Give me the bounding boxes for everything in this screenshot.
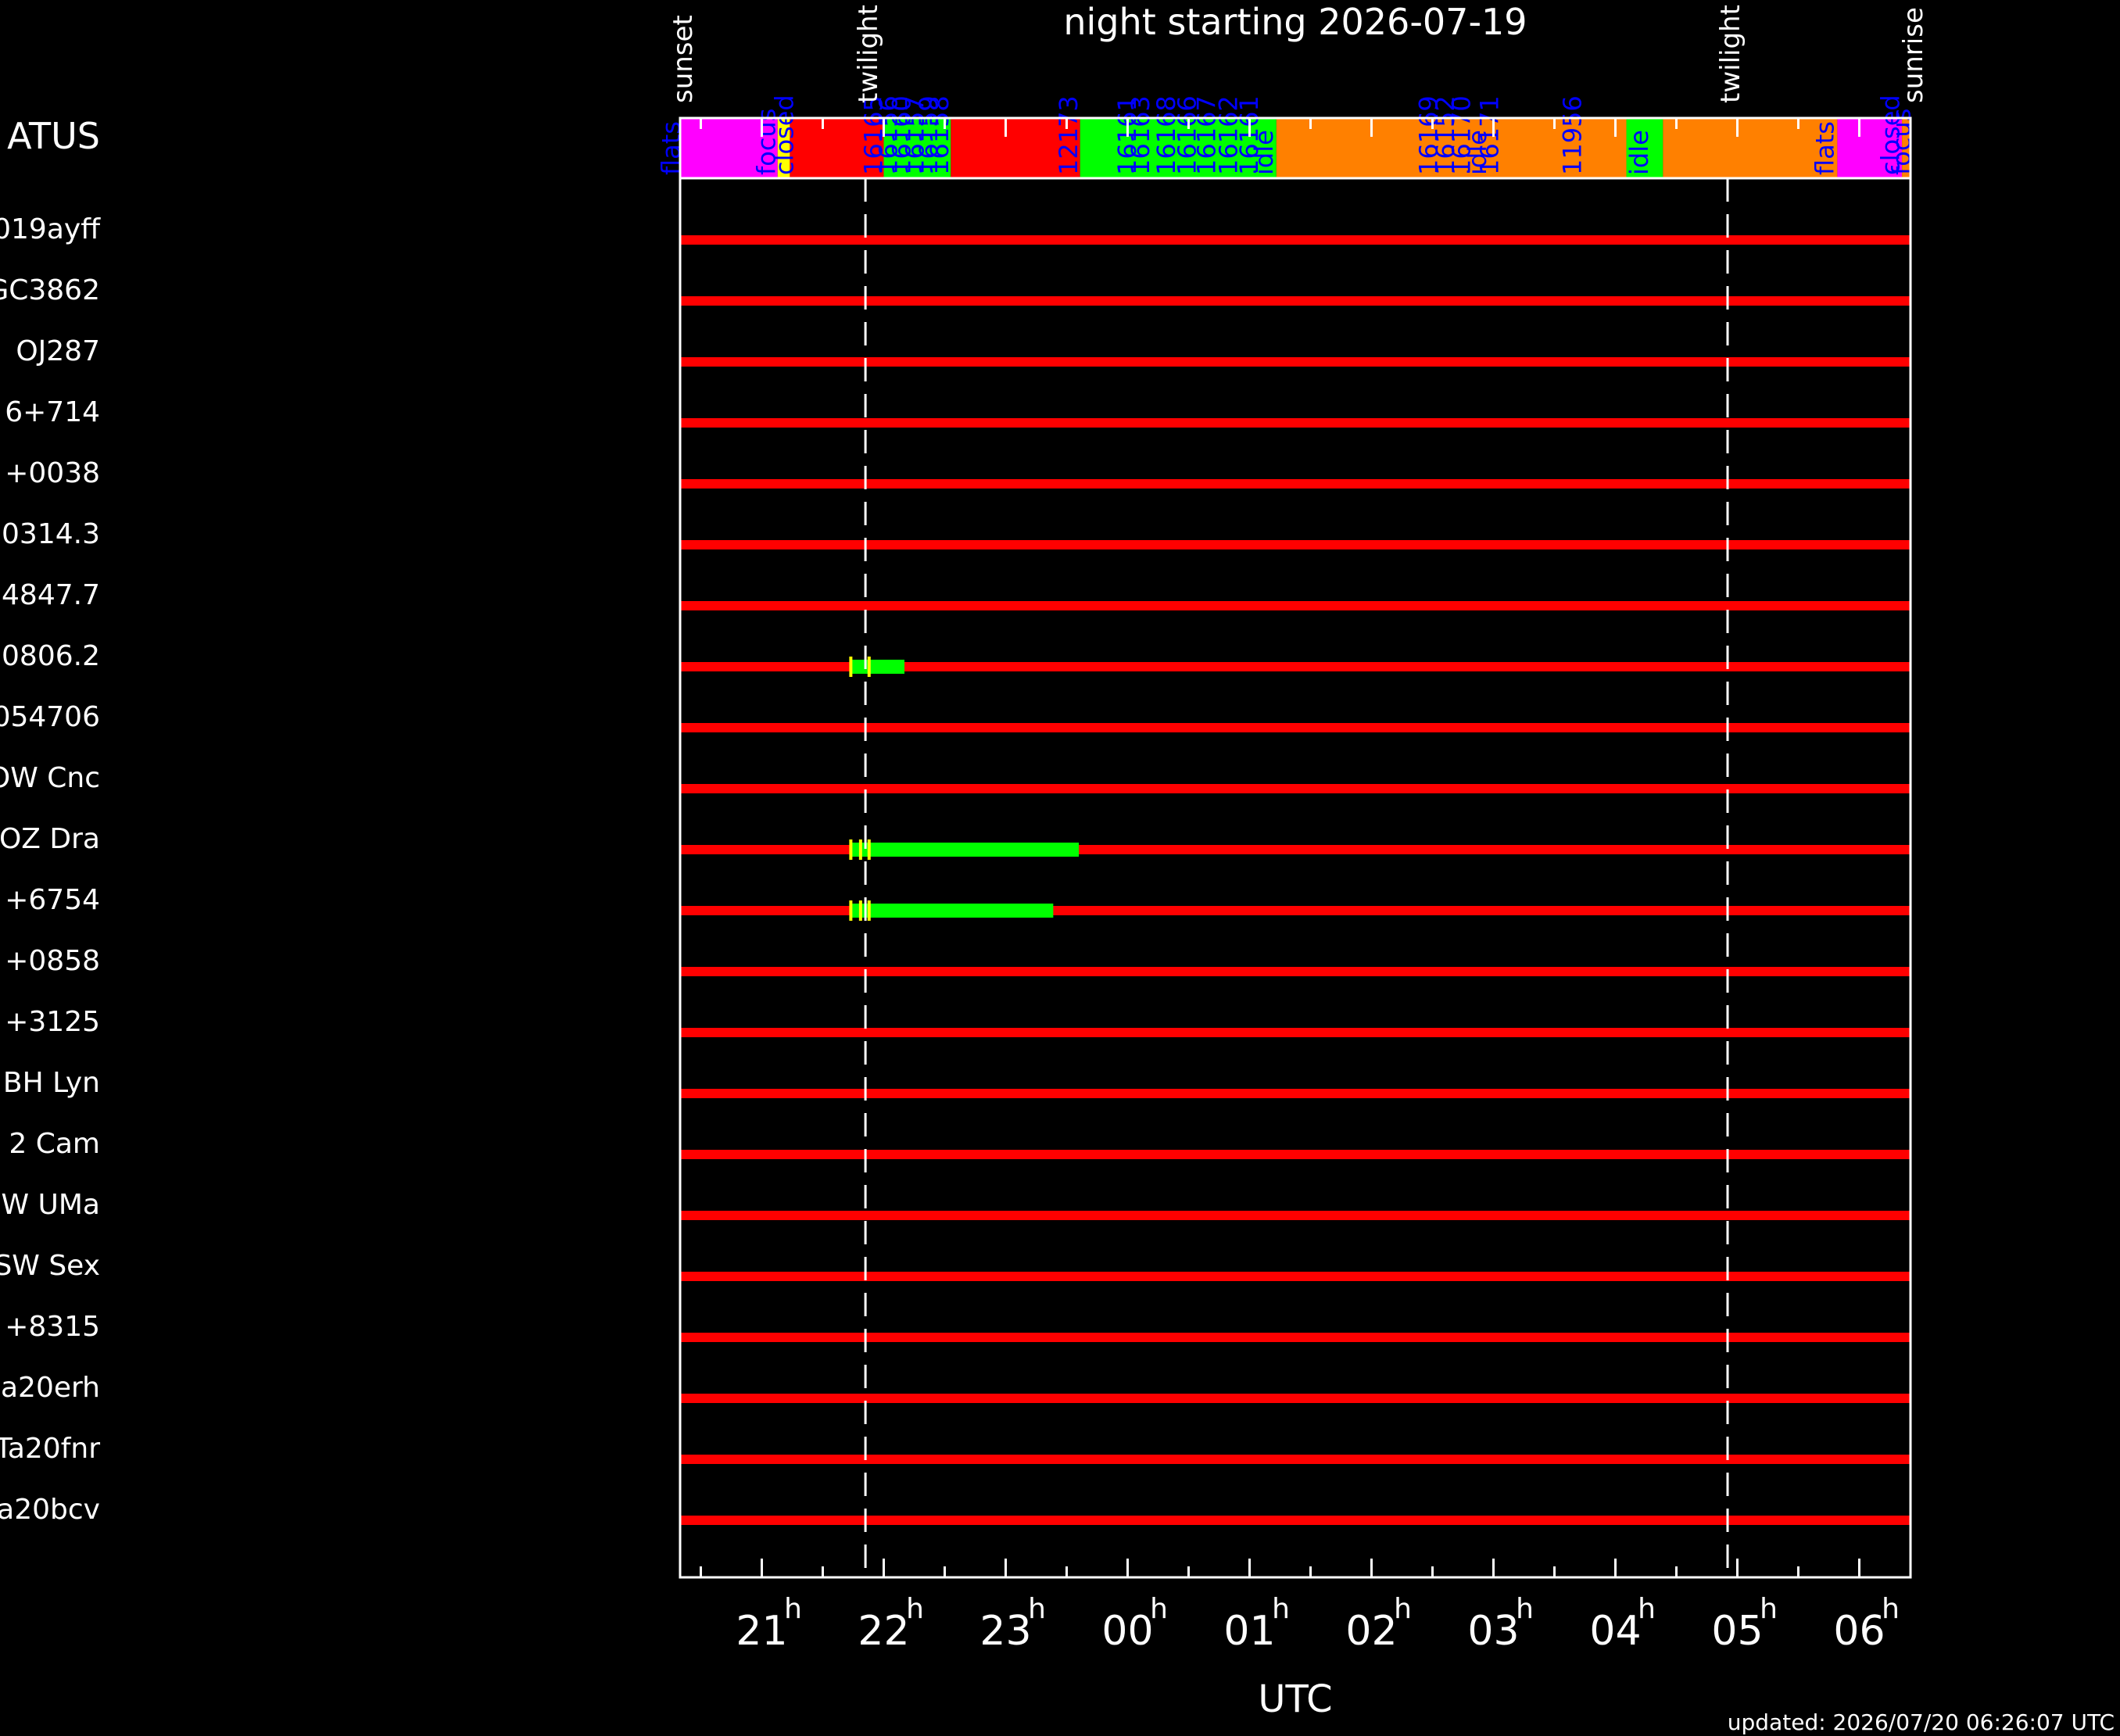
target-label: +3125 bbox=[5, 1006, 100, 1038]
target-label: 054706 bbox=[0, 701, 100, 733]
event-label: sunrise bbox=[1898, 7, 1929, 103]
target-label: OW Cnc bbox=[0, 762, 100, 794]
status-row-label: ATUS bbox=[7, 115, 100, 157]
status-annotation: idle bbox=[1249, 130, 1279, 175]
target-label: +6754 bbox=[5, 884, 100, 916]
event-label: twilight bbox=[853, 5, 884, 103]
target-label: +8315 bbox=[5, 1311, 100, 1343]
chart-title: night starting 2026-07-19 bbox=[1063, 1, 1527, 43]
target-observation-mark bbox=[849, 657, 853, 677]
night-schedule-chart: ATUS flats focusclosed 16165161561616016157… bbox=[0, 0, 2120, 1736]
status-annotation: closed bbox=[770, 95, 800, 175]
target-label: W UMa bbox=[1, 1189, 100, 1221]
x-tick-label: 21 bbox=[736, 1608, 787, 1655]
x-tick-label: 03 bbox=[1467, 1608, 1519, 1655]
event-label: twilight bbox=[1715, 5, 1746, 103]
target-label: a20bcv bbox=[0, 1494, 100, 1526]
target-observation-mark bbox=[849, 839, 853, 860]
x-tick-label-sup: h bbox=[784, 1593, 802, 1625]
status-annotation: flats bbox=[657, 121, 686, 175]
x-tick-label-sup: h bbox=[1028, 1593, 1046, 1625]
x-tick-label: 04 bbox=[1589, 1608, 1641, 1655]
target-observed-bar bbox=[851, 660, 905, 674]
x-tick-label-sup: h bbox=[1760, 1593, 1778, 1625]
target-label: BH Lyn bbox=[3, 1067, 100, 1099]
updated-timestamp: updated: 2026/07/20 06:26:07 UTC bbox=[1728, 1709, 2115, 1735]
x-tick-label-sup: h bbox=[1882, 1593, 1900, 1625]
status-annotation: 16158 bbox=[925, 95, 954, 175]
target-label: +0858 bbox=[5, 945, 100, 977]
x-tick-label: 22 bbox=[858, 1608, 909, 1655]
target-observed-bar bbox=[851, 904, 1054, 918]
x-tick-label: 02 bbox=[1345, 1608, 1397, 1655]
x-tick-label: 06 bbox=[1833, 1608, 1885, 1655]
event-label: sunset bbox=[668, 15, 699, 103]
x-tick-label: 05 bbox=[1711, 1608, 1763, 1655]
target-label: Ta20fnr bbox=[0, 1433, 100, 1465]
x-tick-label-sup: h bbox=[1394, 1593, 1412, 1625]
status-annotation: 11956 bbox=[1557, 95, 1587, 175]
target-label: 0314.3 bbox=[2, 518, 100, 550]
target-observation-mark bbox=[867, 839, 871, 860]
x-tick-label-sup: h bbox=[1638, 1593, 1656, 1625]
target-unavailable-bar bbox=[680, 1028, 1911, 1037]
target-label: +0038 bbox=[5, 457, 100, 489]
target-observation-mark bbox=[867, 657, 871, 677]
x-tick-label: 01 bbox=[1223, 1608, 1275, 1655]
status-annotation: 12173 bbox=[1054, 95, 1083, 175]
chart-background bbox=[0, 0, 2120, 1736]
target-label: 4847.7 bbox=[2, 579, 100, 611]
x-tick-label-sup: h bbox=[1516, 1593, 1534, 1625]
target-unavailable-bar bbox=[680, 1211, 1911, 1220]
x-tick-label: 00 bbox=[1101, 1608, 1153, 1655]
target-label: 2 Cam bbox=[9, 1128, 100, 1160]
target-observation-mark bbox=[858, 900, 862, 921]
status-annotation: flats bbox=[1810, 121, 1839, 175]
x-tick-label-sup: h bbox=[906, 1593, 924, 1625]
target-observation-mark bbox=[858, 839, 862, 860]
target-label: 0806.2 bbox=[2, 640, 100, 672]
target-observation-mark bbox=[849, 900, 853, 921]
target-label: GC3862 bbox=[0, 274, 100, 306]
target-unavailable-bar bbox=[680, 601, 1911, 610]
x-tick-label-sup: h bbox=[1272, 1593, 1290, 1625]
x-tick-label-sup: h bbox=[1150, 1593, 1168, 1625]
target-observation-mark bbox=[867, 900, 871, 921]
x-tick-label: 23 bbox=[979, 1608, 1031, 1655]
status-annotation: 16171 bbox=[1474, 95, 1504, 175]
target-label: 6+714 bbox=[5, 396, 100, 428]
status-annotation: idle bbox=[1624, 130, 1654, 175]
x-axis-label: UTC bbox=[1258, 1677, 1332, 1721]
target-unavailable-bar bbox=[680, 418, 1911, 428]
target-label: OJ287 bbox=[16, 335, 100, 367]
target-label: a20erh bbox=[1, 1372, 100, 1404]
target-label: OZ Dra bbox=[0, 823, 100, 855]
target-label: 019ayff bbox=[0, 213, 101, 245]
target-observed-bar bbox=[851, 843, 1080, 857]
target-label: SW Sex bbox=[0, 1250, 100, 1282]
